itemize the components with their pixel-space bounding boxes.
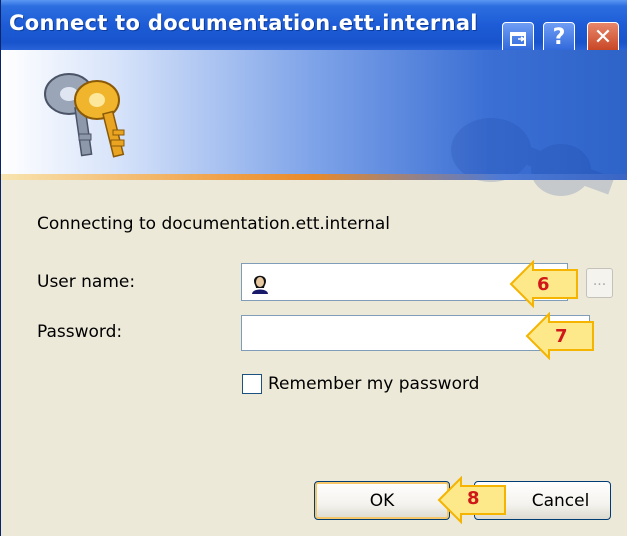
remember-password-label[interactable]: Remember my password (268, 374, 479, 394)
cancel-button-label: Cancel (531, 490, 590, 511)
title-bar[interactable]: Connect to documentation.ett.internal ? … (1, 0, 627, 54)
login-dialog: Connect to documentation.ett.internal ? … (0, 0, 627, 536)
help-icon: ? (552, 25, 566, 50)
user-avatar-icon (252, 275, 268, 294)
remember-password-checkbox[interactable] (242, 374, 262, 394)
callout-7-number: 7 (555, 326, 568, 347)
restore-icon (510, 32, 526, 46)
keys-icon (44, 73, 125, 158)
connecting-text: Connecting to documentation.ett.internal (37, 214, 391, 234)
window-title: Connect to documentation.ett.internal (9, 11, 478, 35)
banner-stripe (1, 174, 627, 180)
keys-watermark-icon (451, 118, 615, 196)
callout-6-number: 6 (537, 274, 550, 295)
ok-button[interactable]: OK (314, 481, 450, 520)
username-label: User name: (37, 272, 136, 292)
callout-6-arrow (509, 260, 578, 308)
password-label: Password: (37, 322, 123, 342)
close-icon: ✕ (593, 25, 613, 50)
callout-8-number: 8 (467, 488, 480, 509)
